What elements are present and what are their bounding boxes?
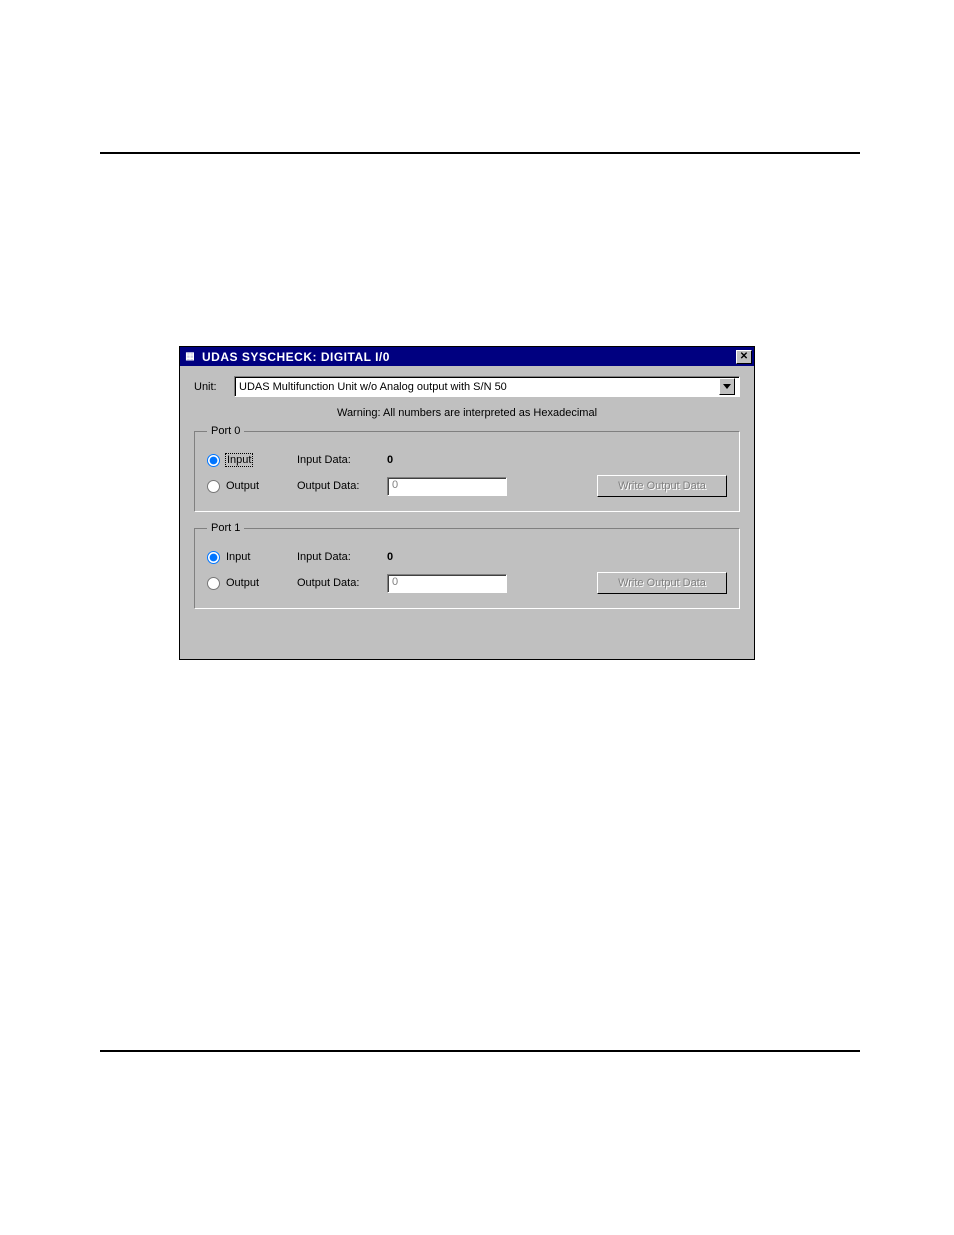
port0-input-data-label: Input Data:	[297, 454, 387, 466]
chevron-down-icon[interactable]	[719, 378, 735, 395]
port0-output-data-input[interactable]: 0	[387, 477, 507, 496]
port1-output-data-input[interactable]: 0	[387, 574, 507, 593]
unit-selected-text: UDAS Multifunction Unit w/o Analog outpu…	[239, 381, 719, 393]
unit-combobox[interactable]: UDAS Multifunction Unit w/o Analog outpu…	[234, 376, 740, 397]
port0-write-output-button[interactable]: Write Output Data	[597, 475, 727, 497]
port0-output-radio-wrap[interactable]: Output	[207, 480, 297, 493]
dialog-body: Unit: UDAS Multifunction Unit w/o Analog…	[180, 366, 754, 633]
close-icon: ✕	[740, 351, 748, 362]
hex-warning-text: Warning: All numbers are interpreted as …	[194, 407, 740, 419]
port0-output-data-col: 0	[387, 477, 517, 496]
page-rule-bottom	[100, 1050, 860, 1052]
port0-output-radio-label: Output	[226, 480, 259, 492]
port1-input-radio-label: Input	[226, 551, 250, 563]
port1-output-radio-label: Output	[226, 577, 259, 589]
port0-group: Port 0 Input Input Data: 0 Output Output…	[194, 425, 740, 512]
page-rule-top	[100, 152, 860, 154]
port1-group: Port 1 Input Input Data: 0 Output Output…	[194, 522, 740, 609]
port0-input-radio-label: Input	[226, 454, 252, 466]
port0-input-radio-wrap[interactable]: Input	[207, 454, 297, 467]
port1-output-radio[interactable]	[207, 577, 220, 590]
port0-input-data-value: 0	[387, 454, 517, 466]
app-icon: ▦	[182, 349, 198, 365]
titlebar[interactable]: ▦ UDAS SYSCHECK: DIGITAL I/0 ✕	[180, 347, 754, 366]
port1-input-radio[interactable]	[207, 551, 220, 564]
port1-input-data-label: Input Data:	[297, 551, 387, 563]
port0-output-row: Output Output Data: 0 Write Output Data	[207, 473, 727, 499]
port1-output-row: Output Output Data: 0 Write Output Data	[207, 570, 727, 596]
digital-io-dialog: ▦ UDAS SYSCHECK: DIGITAL I/0 ✕ Unit: UDA…	[179, 346, 755, 660]
window-title: UDAS SYSCHECK: DIGITAL I/0	[202, 350, 736, 364]
unit-label: Unit:	[194, 381, 234, 393]
close-button[interactable]: ✕	[736, 350, 752, 364]
port1-write-output-button[interactable]: Write Output Data	[597, 572, 727, 594]
port0-legend: Port 0	[207, 425, 244, 437]
port1-input-radio-wrap[interactable]: Input	[207, 551, 297, 564]
port1-output-data-label: Output Data:	[297, 577, 387, 589]
port1-output-data-col: 0	[387, 574, 517, 593]
port0-input-radio[interactable]	[207, 454, 220, 467]
port1-input-row: Input Input Data: 0	[207, 544, 727, 570]
port0-output-radio[interactable]	[207, 480, 220, 493]
port1-legend: Port 1	[207, 522, 244, 534]
port0-output-data-label: Output Data:	[297, 480, 387, 492]
port1-output-radio-wrap[interactable]: Output	[207, 577, 297, 590]
port0-input-row: Input Input Data: 0	[207, 447, 727, 473]
port1-input-data-value: 0	[387, 551, 517, 563]
unit-row: Unit: UDAS Multifunction Unit w/o Analog…	[194, 376, 740, 397]
